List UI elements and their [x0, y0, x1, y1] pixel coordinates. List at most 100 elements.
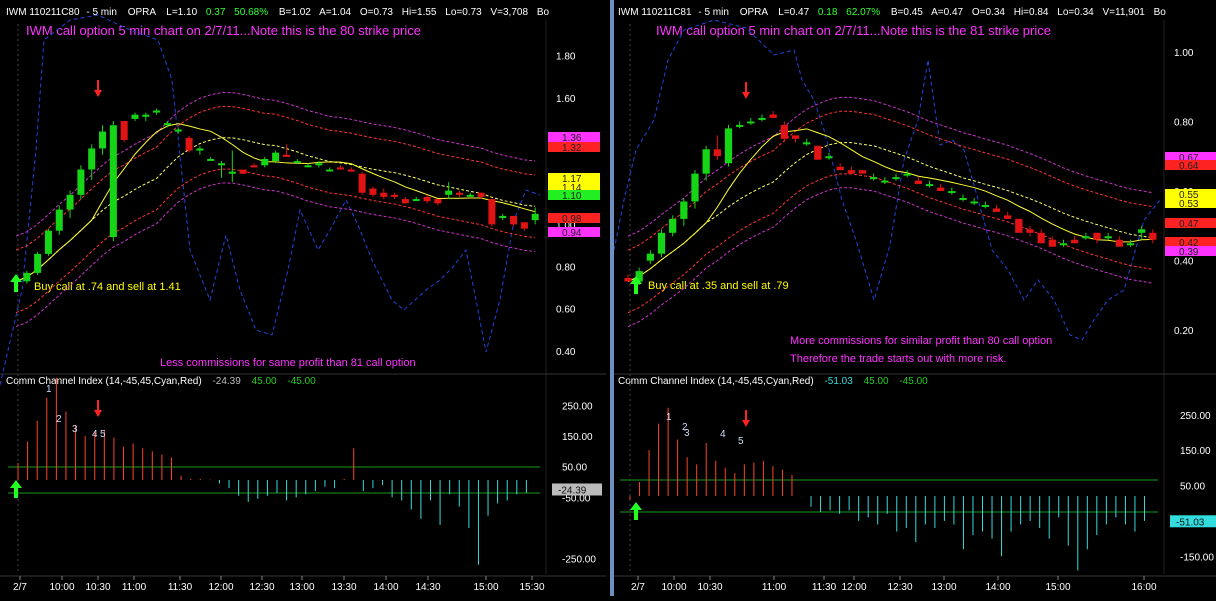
- right-header-low: Lo=0.34: [1057, 7, 1094, 18]
- candle-body: [99, 131, 107, 149]
- candle-body: [423, 196, 431, 202]
- right-cci-lower: -45.00: [899, 376, 928, 387]
- candle-body: [44, 230, 52, 254]
- left-header-symbol: IWM 110211C80: [6, 7, 80, 18]
- candle-body: [713, 149, 721, 157]
- time-tick-label: 11:00: [122, 582, 147, 593]
- svg-text:Comm Channel Index (14,-45,45,: Comm Channel Index (14,-45,45,Cyan,Red) …: [6, 376, 316, 387]
- left-header-change-pct: 50.68%: [234, 7, 268, 18]
- cci-tick-label: -150.00: [1180, 552, 1214, 563]
- price-tag-label: 0.94: [562, 228, 582, 239]
- candle-body: [1138, 229, 1146, 233]
- time-tick-label: 15:30: [519, 582, 544, 593]
- candle-body: [434, 199, 442, 204]
- right-chart-svg: IWM 110211C81 - 5 min OPRA L=0.47 0.18 6…: [613, 0, 1216, 596]
- candle-body: [680, 201, 688, 219]
- left-header-high: Hi=1.55: [402, 7, 437, 18]
- candle-body: [702, 149, 710, 174]
- right-header-interval: - 5 min: [698, 7, 729, 18]
- left-header-volume: V=3,708: [490, 7, 528, 18]
- left-header-exchange: OPRA: [128, 7, 157, 18]
- right-buy-note: Buy call at .35 and sell at .79: [648, 280, 789, 292]
- candle-body: [261, 158, 269, 166]
- cci-swing-number: 1: [666, 412, 672, 423]
- candle-body: [531, 213, 539, 221]
- cci-tick-label: 150.00: [1180, 446, 1211, 457]
- candle-body: [847, 170, 855, 174]
- candle-body: [992, 208, 1001, 212]
- candle-body: [520, 222, 528, 229]
- left-bg: [0, 0, 611, 596]
- candle-body: [185, 137, 193, 151]
- price-tick-label: 0.80: [556, 263, 576, 274]
- candle-body: [1004, 215, 1012, 219]
- candle-body: [380, 192, 388, 197]
- candle-body: [142, 114, 150, 117]
- right-header-change: 0.18: [818, 7, 838, 18]
- time-tick-label: 12:30: [887, 582, 912, 593]
- time-tick-label: 13:30: [331, 582, 356, 593]
- candle-body: [445, 190, 453, 195]
- candle-body: [937, 187, 945, 192]
- right-header-symbol: IWM 110211C81: [618, 7, 692, 18]
- candle-body: [88, 148, 96, 170]
- price-tag-label: 0.53: [1179, 199, 1199, 210]
- candle-body: [293, 161, 301, 164]
- candle-body: [747, 121, 755, 124]
- price-tick-label: 0.40: [556, 347, 576, 358]
- candle-body: [881, 180, 889, 183]
- candle-body: [758, 117, 766, 120]
- candle-body: [282, 154, 290, 157]
- candle-body: [836, 166, 844, 171]
- time-tick-label: 12:30: [249, 582, 274, 593]
- price-tick-label: 0.40: [1174, 257, 1194, 268]
- time-tick-label: 2/7: [631, 582, 645, 593]
- candle-body: [23, 272, 31, 282]
- left-header-last: L=1.10: [166, 7, 197, 18]
- candle-body: [736, 124, 744, 127]
- left-chart-title: IWM call option 5 min chart on 2/7/11...…: [26, 23, 421, 38]
- left-cci-last: -24.39: [212, 376, 241, 387]
- time-tick-label: 10:00: [661, 582, 686, 593]
- time-tick-label: 11:30: [168, 582, 193, 593]
- candle-body: [1115, 239, 1123, 247]
- candle-body: [55, 209, 63, 231]
- cci-tick-label: 250.00: [1180, 411, 1211, 422]
- price-tick-label: 0.80: [1174, 117, 1194, 128]
- cci-swing-number: 1: [46, 384, 52, 395]
- price-tag-label: 0.98: [562, 214, 582, 225]
- cci-tick-label: 150.00: [562, 432, 593, 443]
- candle-body: [925, 184, 934, 187]
- left-cci-label: Comm Channel Index (14,-45,45,Cyan,Red): [6, 376, 202, 387]
- time-tick-label: 10:30: [697, 582, 722, 593]
- time-tick-label: 14:00: [985, 582, 1010, 593]
- cci-last-tag-label: -24.39: [558, 485, 587, 496]
- candle-body: [981, 204, 989, 207]
- candle-body: [1082, 236, 1090, 239]
- time-tick-label: 12:00: [208, 582, 233, 593]
- right-header-high: Hi=0.84: [1014, 7, 1049, 18]
- svg-text:IWM 110211C81 - 5 min: IWM 110211C81 - 5 min OPRA L=0.47 0.18 6…: [618, 7, 1166, 18]
- candle-body: [304, 165, 312, 168]
- price-tag-label: 1.10: [562, 191, 582, 202]
- candle-body: [959, 198, 967, 200]
- candle-body: [1059, 243, 1068, 246]
- candle-body: [131, 114, 139, 119]
- right-chart-title: IWM call option 5 min chart on 2/7/11...…: [656, 23, 1051, 38]
- candle-body: [207, 158, 215, 161]
- time-tick-label: 13:00: [931, 582, 956, 593]
- candle-body: [1104, 236, 1112, 239]
- candle-body: [914, 180, 922, 185]
- price-tag-label: 0.47: [1179, 219, 1199, 230]
- right-header-open: O=0.34: [972, 7, 1006, 18]
- left-chart-panel: IWM 110211C80 - 5 min OPRA L=1.10 0.37 5…: [0, 0, 611, 596]
- cci-swing-number: 4: [92, 429, 98, 440]
- candle-body: [769, 114, 777, 118]
- candle-body: [412, 199, 420, 202]
- left-buy-note: Buy call at .74 and sell at 1.41: [34, 281, 181, 293]
- candle-body: [892, 177, 900, 180]
- right-cci-last: -51.03: [824, 376, 853, 387]
- svg-text:Comm Channel Index (14,-45,45,: Comm Channel Index (14,-45,45,Cyan,Red) …: [618, 376, 928, 387]
- candle-body: [624, 278, 632, 282]
- time-tick-label: 11:30: [812, 582, 837, 593]
